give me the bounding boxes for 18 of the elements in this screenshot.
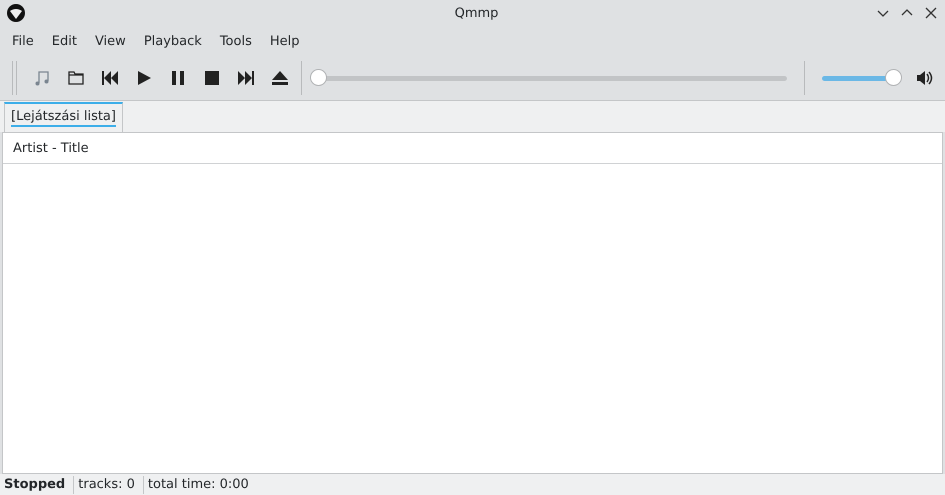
playlist-tab[interactable]: [Lejátszási lista]: [4, 102, 123, 132]
speaker-icon[interactable]: [915, 68, 935, 88]
window-title: Qmmp: [454, 6, 500, 20]
stop-icon[interactable]: [202, 68, 222, 88]
menu-item[interactable]: File: [4, 34, 42, 48]
close-icon[interactable]: [925, 7, 937, 19]
app-logo-icon: [6, 3, 26, 23]
previous-icon[interactable]: [100, 68, 120, 88]
menu-item[interactable]: View: [86, 34, 134, 48]
menu-item[interactable]: Edit: [44, 34, 85, 48]
next-icon[interactable]: [236, 68, 256, 88]
menu-item[interactable]: Playback: [136, 34, 210, 48]
menu-item[interactable]: Tools: [212, 34, 260, 48]
playback-status: Stopped: [0, 476, 74, 494]
menu-item[interactable]: Help: [262, 34, 308, 48]
total-time: total time: 0:00: [146, 476, 250, 494]
column-header[interactable]: Artist - Title: [3, 140, 89, 156]
track-count: tracks: 0: [74, 476, 144, 494]
